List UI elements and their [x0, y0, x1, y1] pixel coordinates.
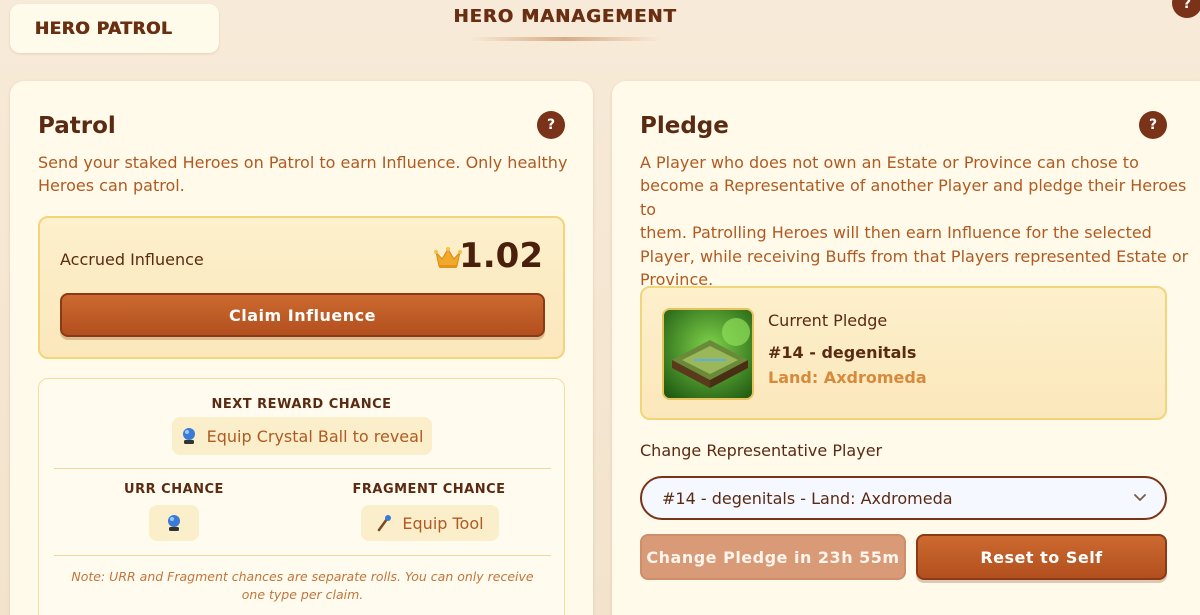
accrued-influence-card: Accrued Influence 1.02 Claim Influence — [38, 216, 565, 359]
change-representative-label: Change Representative Player — [640, 441, 883, 460]
urr-crystal-ball-pill[interactable] — [149, 505, 199, 541]
patrol-description: Send your staked Heroes on Patrol to ear… — [38, 151, 567, 198]
crown-icon — [434, 247, 462, 268]
chevron-down-icon — [1134, 494, 1146, 501]
chance-note-line: one type per claim. — [241, 587, 364, 602]
current-pledge-land: Land: Axdromeda — [768, 368, 927, 387]
land-thumbnail — [662, 308, 754, 400]
patrol-description-line: Heroes can patrol. — [38, 176, 185, 196]
patrol-title: Patrol — [38, 113, 116, 139]
equip-crystal-ball-pill[interactable]: Equip Crystal Ball to reveal — [172, 417, 432, 455]
pledge-help-icon[interactable]: ? — [1139, 111, 1167, 139]
pledge-description-line: Player, while receiving Buffs from that … — [640, 246, 1189, 266]
pledge-help-label: ? — [1148, 117, 1158, 133]
page-header: HERO MANAGEMENT — [440, 6, 690, 41]
patrol-description-line: Send your staked Heroes on Patrol to ear… — [38, 153, 568, 172]
patrol-panel: Patrol ? Send your staked Heroes on Patr… — [10, 81, 593, 615]
pledge-description-line: them. Patrolling Heroes will then earn I… — [640, 223, 1152, 243]
claim-influence-button[interactable]: Claim Influence — [60, 293, 545, 337]
crystal-ball-icon — [168, 515, 180, 531]
accrued-influence-label: Accrued Influence — [60, 250, 204, 269]
equip-tool-pill[interactable]: Equip Tool — [361, 505, 499, 541]
reset-to-self-button[interactable]: Reset to Self — [916, 534, 1167, 580]
title-underline — [470, 37, 660, 41]
corner-help-icon[interactable]: ? — [1172, 0, 1200, 18]
next-reward-heading: NEXT REWARD CHANCE — [211, 397, 392, 412]
reward-chance-card: NEXT REWARD CHANCE Equip Crystal Ball to… — [38, 378, 565, 615]
urr-chance-heading: URR CHANCE — [124, 482, 224, 497]
patrol-help-icon[interactable]: ? — [537, 111, 565, 139]
current-pledge-label: Current Pledge — [768, 311, 888, 330]
current-pledge-player: #14 - degenitals — [768, 343, 917, 362]
current-pledge-card: Current Pledge #14 - degenitals Land: Ax… — [640, 286, 1167, 420]
hero-patrol-tab-label: HERO PATROL — [34, 18, 173, 39]
patrol-help-label: ? — [546, 117, 556, 133]
pledge-title: Pledge — [640, 113, 729, 139]
representative-select[interactable]: #14 - degenitals - Land: Axdromeda — [640, 476, 1167, 520]
fragment-chance-heading: FRAGMENT CHANCE — [352, 482, 506, 497]
hero-patrol-tab[interactable]: HERO PATROL — [10, 4, 219, 53]
representative-select-value: #14 - degenitals - Land: Axdromeda — [662, 489, 953, 508]
pledge-panel: Pledge ? A Player who does not own an Es… — [612, 81, 1200, 615]
tool-icon — [378, 515, 392, 532]
divider — [54, 555, 551, 556]
pledge-description-line: become a Representative of another Playe… — [640, 176, 1187, 219]
crystal-ball-icon — [182, 428, 195, 444]
change-pledge-button[interactable]: Change Pledge in 23h 55m — [640, 534, 906, 580]
corner-help-label: ? — [1182, 0, 1192, 12]
pledge-description: A Player who does not own an Estate or P… — [640, 151, 1200, 291]
chance-note: Note: URR and Fragment chances are separ… — [59, 568, 546, 604]
chance-note-line: Note: URR and Fragment chances are separ… — [71, 569, 534, 584]
equip-tool-text: Equip Tool — [402, 513, 484, 533]
accrued-influence-value: 1.02 — [459, 236, 543, 276]
divider — [54, 468, 551, 469]
page-title: HERO MANAGEMENT — [453, 6, 677, 27]
pledge-description-line: A Player who does not own an Estate or P… — [640, 153, 1139, 172]
land-image — [664, 310, 752, 398]
equip-crystal-ball-text: Equip Crystal Ball to reveal — [206, 426, 424, 446]
